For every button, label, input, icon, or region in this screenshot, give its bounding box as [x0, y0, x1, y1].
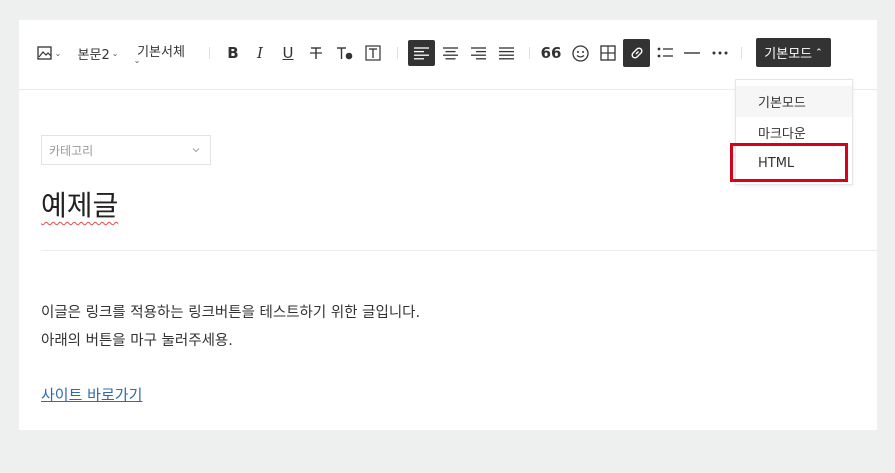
text-color-button[interactable] [333, 40, 357, 66]
editor-mode-button[interactable]: 기본모드 ⌃ [756, 38, 831, 67]
align-right-button[interactable] [466, 40, 490, 66]
toolbar-separator [529, 47, 530, 59]
strikethrough-icon [310, 47, 322, 59]
smiley-icon [571, 44, 589, 62]
chevron-down-icon: ⌄ [54, 48, 62, 58]
image-icon [36, 46, 52, 60]
category-select[interactable]: 카테고리 [41, 135, 211, 165]
category-label: 카테고리 [49, 143, 94, 158]
toolbar-separator [209, 47, 210, 59]
bullet-list-icon [657, 47, 673, 58]
font-family-label: 기본서체 [137, 45, 185, 60]
text-color-icon [337, 47, 353, 60]
bullet-list-button[interactable] [654, 40, 676, 66]
paragraph-style-dropdown[interactable]: 본문2 ⌄ [75, 40, 121, 66]
editor: ⌄ 본문2 ⌄ 기본서체 ⌄ B I U 66 기본모드 ⌃ 기본모드 마크다운… [19, 20, 877, 430]
bold-icon: B [227, 44, 239, 62]
horizontal-rule-button[interactable] [681, 40, 703, 66]
site-link[interactable]: 사이트 바로가기 [41, 384, 142, 405]
post-title[interactable]: 예제글 [41, 184, 118, 224]
text-background-icon [365, 45, 381, 61]
underline-icon: U [282, 44, 294, 62]
align-justify-button[interactable] [494, 40, 518, 66]
toolbar-separator [397, 47, 398, 59]
table-icon [600, 45, 616, 61]
chevron-up-icon: ⌃ [815, 47, 823, 58]
chevron-down-icon [192, 148, 200, 153]
chevron-down-icon: ⌄ [133, 56, 141, 65]
align-left-icon [414, 46, 429, 59]
mode-option-basic[interactable]: 기본모드 [736, 86, 852, 117]
italic-button[interactable]: I [249, 40, 271, 66]
strikethrough-button[interactable] [305, 40, 327, 66]
highlight-box [730, 143, 848, 182]
table-button[interactable] [596, 40, 620, 66]
bold-button[interactable]: B [222, 40, 244, 66]
title-divider [41, 250, 877, 251]
quote-icon: 66 [540, 44, 562, 62]
post-body-line: 이글은 링크를 적용하는 링크버튼을 테스트하기 위한 글입니다. [41, 305, 421, 321]
more-options-button[interactable] [709, 40, 731, 66]
editor-mode-label: 기본모드 [764, 47, 813, 62]
paragraph-style-label: 본문2 [77, 47, 110, 63]
link-icon [630, 47, 643, 59]
italic-icon: I [257, 44, 263, 62]
text-background-button[interactable] [361, 40, 385, 66]
underline-button[interactable]: U [277, 40, 299, 66]
chevron-down-icon: ⌄ [111, 48, 119, 58]
more-dots-icon [712, 51, 728, 55]
font-family-dropdown[interactable]: 기본서체 ⌄ [132, 40, 190, 66]
align-center-button[interactable] [438, 40, 462, 66]
horizontal-rule-icon [684, 52, 700, 54]
link-button[interactable] [623, 39, 650, 67]
align-right-icon [470, 46, 486, 59]
quote-button[interactable]: 66 [539, 40, 563, 66]
insert-image-button[interactable]: ⌄ [35, 40, 63, 66]
align-justify-icon [498, 46, 514, 59]
post-body-line: 아래의 버튼을 마구 눌러주세용. [41, 333, 233, 349]
align-left-button[interactable] [408, 40, 435, 66]
emoticon-button[interactable] [568, 40, 592, 66]
toolbar-separator [741, 47, 742, 59]
align-center-icon [442, 46, 458, 59]
